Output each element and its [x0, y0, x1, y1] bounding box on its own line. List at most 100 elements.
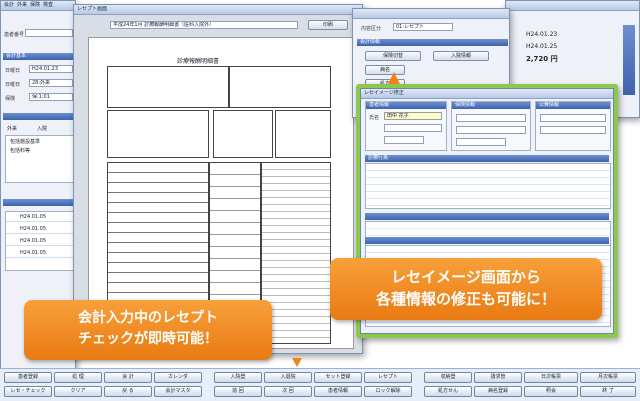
fkey-button[interactable]: 次 回: [264, 386, 312, 397]
treatment-table-header: 診療行為: [365, 155, 609, 162]
menu-item[interactable]: 会計: [4, 1, 14, 10]
left-menu-bar: 会計 外来 保険 検査: [1, 1, 75, 11]
patient-number-field[interactable]: [25, 29, 73, 37]
fkey-button[interactable]: 前 回: [214, 386, 262, 397]
patient-number-label: 患者番号: [4, 32, 25, 38]
tab-outpatient[interactable]: 外来: [7, 125, 17, 132]
insurance-info-panel: 保険情報: [451, 101, 531, 151]
list-item[interactable]: 包括料等: [6, 147, 74, 154]
callout-pointer-left: [292, 358, 302, 367]
panel-titlebar: [353, 9, 509, 19]
fkey-button[interactable]: 病名登録: [474, 386, 522, 397]
public-expense-panel: 公費情報: [535, 101, 611, 151]
panel-header: 公費情報: [536, 102, 610, 109]
info-field[interactable]: [456, 138, 506, 146]
line-table-header: [365, 237, 609, 244]
callout-text: 会計入力中のレセプト: [78, 310, 218, 326]
tab-inpatient[interactable]: 入院: [37, 125, 47, 132]
row-label: 保険: [5, 96, 16, 102]
menu-item[interactable]: 保険: [30, 1, 40, 10]
table-row[interactable]: H24.01.05: [6, 226, 74, 234]
callout-text: 各種情報の修正も可能に！: [375, 290, 556, 308]
fkey-button[interactable]: 会 計: [104, 372, 152, 383]
fkey-button[interactable]: ロック解除: [364, 386, 412, 397]
rese-titlebar: レセイメージ修正: [361, 89, 613, 99]
fkey-button[interactable]: 戻 る: [104, 386, 152, 397]
table-row[interactable]: H24.01.05: [6, 238, 74, 246]
receipt-titlebar: レセプト画面: [74, 5, 362, 15]
panel-header: 保険情報: [452, 102, 530, 109]
accounting-header: 会計情報: [357, 39, 508, 46]
panel-header: 患者情報: [366, 102, 446, 109]
fkey-button[interactable]: 入院登: [214, 372, 262, 383]
info-field[interactable]: [540, 114, 606, 122]
fkey-button[interactable]: 照会: [524, 386, 578, 397]
callout-text: レセイメージ画面から: [391, 268, 541, 286]
patient-info-panel: 患者情報 氏名 田中 花子: [365, 101, 447, 151]
receipt-header-field[interactable]: 平成24年1月 診療報酬明細書（医科入院外）: [110, 21, 298, 29]
insurance-field[interactable]: 保:1:01: [29, 93, 73, 101]
callout-right: レセイメージ画面から 各種情報の修正も可能に！: [330, 258, 602, 320]
insurance-switch-button[interactable]: 保険切替: [365, 51, 421, 61]
fkey-button[interactable]: 処 理: [54, 372, 102, 383]
form-box: [229, 66, 331, 108]
fkey-button[interactable]: クリア: [54, 386, 102, 397]
receipt-header-bar: 平成24年1月 診療報酬明細書（医科入院外） 印刷: [78, 19, 358, 31]
form-box: [107, 110, 209, 158]
info-field[interactable]: [384, 124, 442, 132]
fkey-button[interactable]: 日次帳票: [524, 372, 578, 383]
fkey-button[interactable]: レセ・チェック: [4, 386, 52, 397]
menu-item[interactable]: 外来: [17, 1, 27, 10]
fkey-button[interactable]: 患者情報: [314, 386, 362, 397]
category-field[interactable]: 01:レセプト: [393, 23, 453, 31]
fkey-button[interactable]: セット登録: [314, 372, 362, 383]
print-button[interactable]: 印刷: [308, 20, 348, 30]
name-label: 氏名: [369, 115, 380, 121]
info-field[interactable]: [456, 126, 526, 134]
menu-item[interactable]: 検査: [43, 1, 53, 10]
sub-list[interactable]: H24.01.05 H24.01.05 H24.01.05 H24.01.05: [5, 211, 75, 271]
dept-field[interactable]: 28:外来: [29, 79, 73, 87]
sub-list-header: [3, 199, 76, 206]
category-label: 内容区分: [361, 26, 382, 32]
fkey-button[interactable]: 月次帳票: [580, 372, 636, 383]
callout-pointer-right: [388, 72, 400, 84]
table-row[interactable]: H24.01.05: [6, 214, 74, 222]
list-box[interactable]: 包括施設基準 包括料等: [5, 135, 75, 183]
inpatient-info-button[interactable]: 入院情報: [433, 51, 489, 61]
receipt-form-title: 診療報酬明細書: [177, 58, 220, 65]
accent-strip: [623, 25, 635, 95]
fkey-button[interactable]: 処方せん: [424, 386, 472, 397]
date-field[interactable]: H24.01.23: [29, 65, 73, 73]
info-field[interactable]: [540, 126, 606, 134]
detail-table-header: [365, 213, 609, 220]
section-header: 会計基本: [3, 53, 76, 60]
row-label: 日曜日: [5, 68, 21, 74]
fkey-button[interactable]: 入退院: [264, 372, 312, 383]
function-key-bar: 患者登録 処 理 会 計 カレンダ 入院登 入退院 セット登録 レセプト 収納登…: [0, 368, 640, 401]
info-field[interactable]: [456, 114, 526, 122]
form-box: [107, 66, 229, 108]
window-titlebar: [506, 1, 639, 11]
info-field[interactable]: [384, 136, 424, 144]
fkey-button[interactable]: 請求管: [474, 372, 522, 383]
form-box: [275, 110, 331, 158]
row-label: 日曜日: [5, 82, 21, 88]
amount-readout: 2,720 円: [526, 55, 558, 63]
list-header: [3, 113, 76, 120]
fkey-button[interactable]: 収納登: [424, 372, 472, 383]
list-item[interactable]: 包括施設基準: [6, 136, 74, 147]
fkey-button[interactable]: 終 了: [580, 386, 636, 397]
treatment-table[interactable]: [365, 163, 611, 209]
fkey-button[interactable]: レセプト: [364, 372, 412, 383]
fkey-button[interactable]: 患者登録: [4, 372, 52, 383]
form-box: [213, 110, 273, 158]
callout-left: 会計入力中のレセプト チェックが即時可能！: [24, 300, 272, 360]
table-row[interactable]: H24.01.05: [6, 250, 74, 258]
callout-text: チェックが即時可能！: [78, 331, 218, 347]
fkey-button[interactable]: 会計マスタ: [154, 386, 202, 397]
date-readout: H24.01.23: [526, 31, 558, 38]
name-field[interactable]: 田中 花子: [384, 112, 442, 120]
fkey-button[interactable]: カレンダ: [154, 372, 202, 383]
date-readout: H24.01.25: [526, 43, 558, 50]
